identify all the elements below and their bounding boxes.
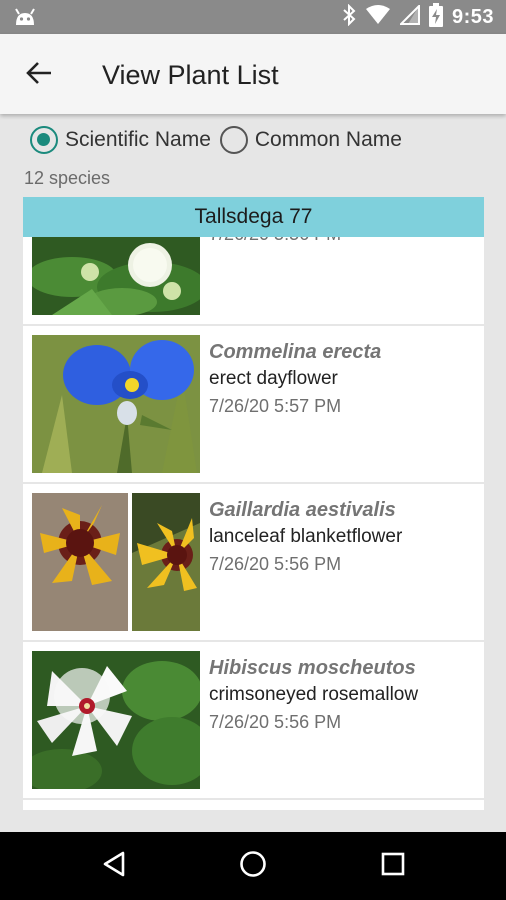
nav-recents-button[interactable] xyxy=(373,846,413,886)
common-name: erect dayflower xyxy=(209,368,338,389)
signal-icon xyxy=(398,3,420,30)
clock: 9:53 xyxy=(451,5,494,28)
status-bar: 9:53 xyxy=(0,0,506,34)
common-name: crimsoneyed rosemallow xyxy=(209,684,419,705)
page-title: View Plant List xyxy=(102,60,279,90)
plant-list[interactable]: 7/26/20 5:56 PM xyxy=(23,237,484,810)
scientific-name: Hibiscus moscheutos xyxy=(209,657,416,679)
radio-label: Scientific Name xyxy=(65,128,211,151)
list-item[interactable] xyxy=(23,800,484,810)
item-text: Hibiscus moscheutos crimsoneyed rosemall… xyxy=(209,655,418,735)
app-bar: View Plant List xyxy=(0,34,506,114)
nav-back-icon xyxy=(102,851,126,882)
group-header[interactable]: Tallsdega 77 xyxy=(23,197,484,237)
scientific-name: Commelina erecta xyxy=(209,341,382,363)
nav-bar xyxy=(0,832,506,900)
species-count: 12 species xyxy=(24,168,111,188)
android-icon xyxy=(14,7,36,32)
wifi-icon xyxy=(365,4,391,30)
list-item[interactable]: Hibiscus moscheutos crimsoneyed rosemall… xyxy=(23,642,484,798)
screen: 9:53 View Plant List Scientific Name Com… xyxy=(0,0,506,900)
item-text: Commelina erecta erect dayflower 7/26/20… xyxy=(209,339,381,419)
radio-common-name[interactable]: Common Name xyxy=(219,126,402,154)
arrow-back-icon xyxy=(26,61,52,90)
timestamp: 7/26/20 5:57 PM xyxy=(209,396,342,416)
scientific-name: Gaillardia aestivalis xyxy=(209,499,396,521)
plant-photo xyxy=(32,493,200,631)
item-text: Gaillardia aestivalis lanceleaf blanketf… xyxy=(209,497,402,577)
plant-photo xyxy=(32,651,200,789)
radio-label: Common Name xyxy=(254,128,402,151)
common-name: lanceleaf blanketflower xyxy=(209,526,403,547)
name-display-toggle: Scientific Name Common Name xyxy=(30,122,411,158)
bluetooth-icon xyxy=(342,3,356,31)
nav-home-icon xyxy=(239,850,267,883)
timestamp: 7/26/20 5:56 PM xyxy=(209,712,342,732)
timestamp: 7/26/20 5:56 PM xyxy=(209,554,342,574)
radio-scientific-name[interactable]: Scientific Name xyxy=(30,126,211,154)
timestamp: 7/26/20 5:56 PM xyxy=(209,237,341,247)
radio-checked-icon xyxy=(30,126,58,154)
list-item[interactable]: Gaillardia aestivalis lanceleaf blanketf… xyxy=(23,484,484,640)
nav-back-button[interactable] xyxy=(94,846,134,886)
battery-charging-icon xyxy=(428,2,443,32)
nav-home-button[interactable] xyxy=(233,846,273,886)
back-button[interactable] xyxy=(22,58,56,92)
plant-photo xyxy=(32,335,200,473)
plant-photo xyxy=(32,237,200,315)
list-item[interactable]: Commelina erecta erect dayflower 7/26/20… xyxy=(23,326,484,482)
nav-recents-icon xyxy=(381,852,405,881)
radio-unchecked-icon xyxy=(219,126,248,154)
list-item[interactable]: 7/26/20 5:56 PM xyxy=(23,237,484,324)
